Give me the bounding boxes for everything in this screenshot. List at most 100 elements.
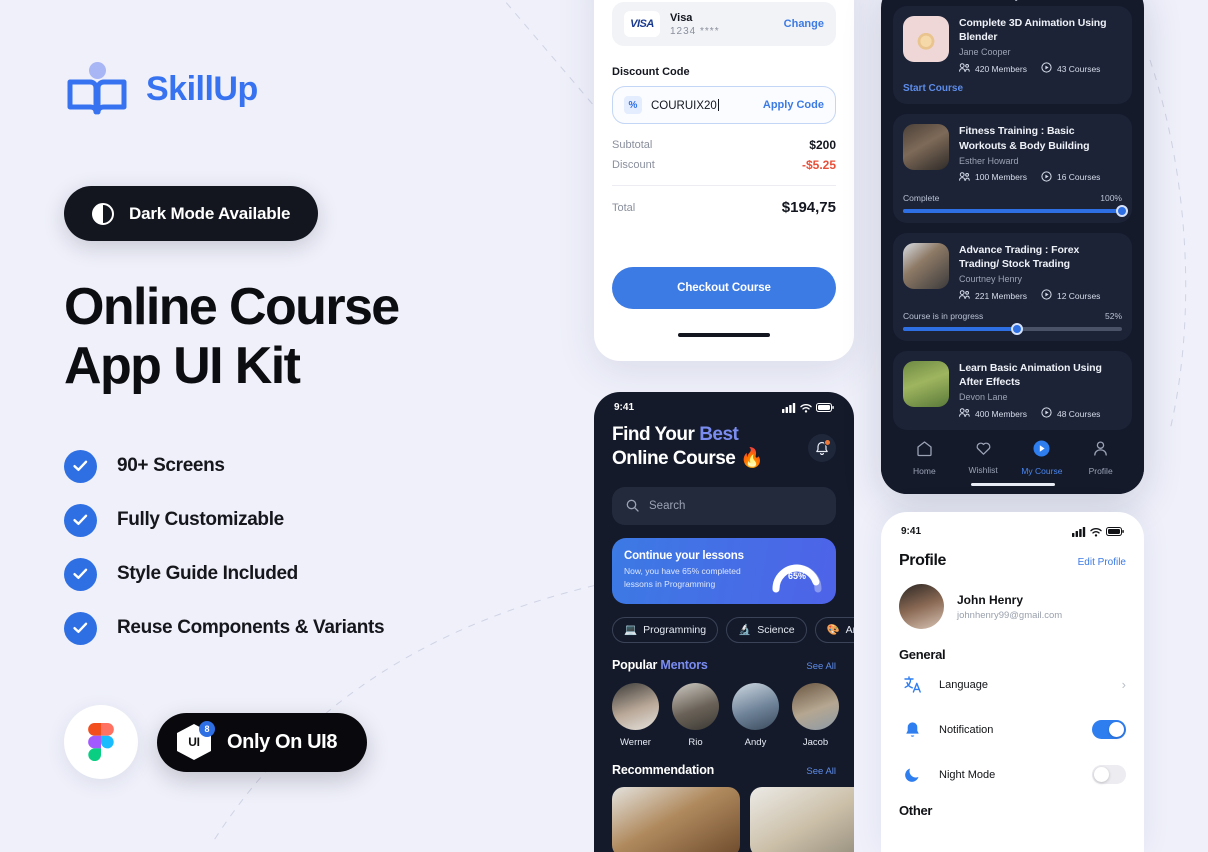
profile-other-title: Other [899,803,1126,818]
feature-list: 90+ Screens Fully Customizable Style Gui… [64,448,384,646]
category-chip[interactable]: 🔬 Science [726,617,806,643]
gauge-percent: 65% [770,571,824,581]
category-chips: 💻 Programming 🔬 Science 🎨 Art 🏋 [612,617,836,643]
chip-label: Programming [643,624,706,636]
feature-item: Reuse Components & Variants [64,610,384,646]
summary-value: $200 [809,138,836,152]
course-members: 400 Members [959,408,1027,419]
recommendation-see-all[interactable]: See All [806,766,836,777]
total-row: Total $194,75 [612,199,836,216]
edit-profile-button[interactable]: Edit Profile [1078,557,1126,568]
apply-code-button[interactable]: Apply Code [763,99,824,111]
course-lessons: 43 Courses [1041,62,1100,75]
recommendation-card[interactable] [750,787,854,852]
mentor-item[interactable]: Werner [612,683,659,748]
ui8-badge[interactable]: UI 8 Only On UI8 [157,713,367,772]
visa-card-icon: VISA [624,11,660,37]
start-course-link[interactable]: Start Course [903,83,1122,94]
status-indicators [782,403,834,413]
course-thumbnail [903,361,949,407]
dark-mode-badge[interactable]: Dark Mode Available [64,186,318,241]
chip-emoji: 💻 [624,623,637,636]
discount-code-label: Discount Code [612,66,836,78]
poster-canvas: SkillUp Dark Mode Available Online Cours… [0,0,1208,840]
course-card[interactable]: Complete 3D Animation Using Blender Jane… [893,6,1132,104]
checkout-course-button[interactable]: Checkout Course [612,267,836,309]
course-lessons: 48 Courses [1041,407,1100,420]
search-input[interactable]: Search [612,487,836,525]
profile-screen: 9:41 [881,512,1144,852]
category-chip[interactable]: 💻 Programming [612,617,718,643]
mentors-see-all[interactable]: See All [806,661,836,672]
course-title: Learn Basic Animation Using After Effect… [959,361,1122,389]
notification-toggle[interactable] [1092,720,1126,739]
tab-wishlist[interactable]: Wishlist [956,440,1010,475]
progress-bar[interactable] [903,327,1122,331]
discount-code-value: COURUIX20 [651,99,754,112]
payment-method-row[interactable]: VISA Visa 1234 **** Change [612,2,836,46]
continue-text: Continue your lessons Now, you have 65% … [624,550,770,591]
headline-line-1: Online Course [64,278,544,337]
tab-label: Home [897,466,951,476]
status-indicators [1072,527,1124,537]
mentor-item[interactable]: Andy [732,683,779,748]
course-author: Jane Cooper [959,47,1122,57]
change-payment-link[interactable]: Change [784,18,824,30]
profile-setting-row[interactable]: Notification [899,707,1126,752]
profile-user-meta: John Henry johnhenry99@gmail.com [957,593,1062,621]
brand-logo: SkillUp [66,62,258,116]
progress-gauge: 65% [770,549,824,593]
total-value: $194,75 [782,199,836,216]
course-thumbnail [903,243,949,289]
mentors-header: Popular Mentors See All [612,658,836,672]
chip-emoji: 🎨 [827,623,840,636]
home-screen: 9:41 [594,392,854,852]
recommendation-title: Recommendation [612,763,714,777]
profile-user-email: johnhenry99@gmail.com [957,610,1062,621]
mentor-item[interactable]: Jacob [792,683,839,748]
chip-emoji: 🔬 [738,623,751,636]
course-author: Devon Lane [959,392,1122,402]
progress-header: Complete 100% [903,193,1122,203]
night-mode-toggle[interactable] [1092,765,1126,784]
continue-lessons-card[interactable]: Continue your lessons Now, you have 65% … [612,538,836,604]
course-thumbnail [903,124,949,170]
notification-bell-icon[interactable] [808,434,836,462]
brand-name: SkillUp [146,70,258,109]
chevron-right-icon: › [1122,677,1126,692]
tab-my-course[interactable]: My Course [1015,440,1069,476]
my-course-screen: There are 20 courses for you! Complete 3… [881,0,1144,494]
course-card[interactable]: Learn Basic Animation Using After Effect… [893,351,1132,430]
discount-code-input[interactable]: % COURUIX20 Apply Code [612,86,836,124]
checkout-screen: VISA Visa 1234 **** Change Discount Code… [594,0,854,361]
profile-setting-row[interactable]: Night Mode [899,752,1126,797]
progress-header: Course is in progress 52% [903,311,1122,321]
ui8-logo-icon: UI 8 [177,724,211,760]
tab-profile[interactable]: Profile [1074,440,1128,476]
course-card[interactable]: Advance Trading : Forex Trading/ Stock T… [893,233,1132,341]
dark-mode-label: Dark Mode Available [129,204,290,224]
recommendation-card[interactable] [612,787,740,852]
summary-divider [612,185,836,186]
profile-user-row[interactable]: John Henry johnhenry99@gmail.com [899,584,1126,629]
feature-item: 90+ Screens [64,448,384,484]
profile-setting-row[interactable]: Language › [899,662,1126,707]
figma-badge[interactable] [64,705,138,779]
category-chip[interactable]: 🎨 Art [815,617,854,643]
course-title: Fitness Training : Basic Workouts & Body… [959,124,1122,152]
tab-home[interactable]: Home [897,440,951,476]
hero-panel: SkillUp Dark Mode Available Online Cours… [0,0,594,840]
mentor-item[interactable]: Rio [672,683,719,748]
ui8-label: Only On UI8 [227,731,337,754]
progress-label: Complete [903,193,939,203]
person-icon [1092,444,1109,461]
course-author: Courtney Henry [959,274,1122,284]
course-card[interactable]: Fitness Training : Basic Workouts & Body… [893,114,1132,222]
home-icon [916,444,933,461]
play-circle-icon [1033,444,1050,461]
profile-title: Profile [899,552,946,570]
book-glyph [66,76,128,116]
home-indicator [678,333,770,337]
search-placeholder: Search [649,500,685,512]
progress-bar[interactable] [903,209,1122,213]
